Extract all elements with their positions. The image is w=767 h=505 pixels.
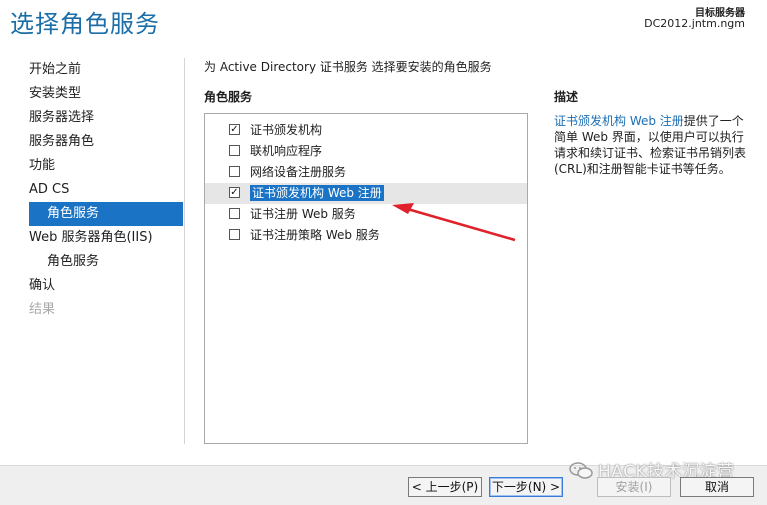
role-item-cert-enrollment-policy-web-service[interactable]: 证书注册策略 Web 服务 [205,225,527,246]
checkbox-network-device-enrollment[interactable] [229,166,240,177]
wechat-icon [569,462,593,479]
role-item-ca-web-enrollment[interactable]: ✓ 证书颁发机构 Web 注册 [205,183,527,204]
nav-item-before-you-begin[interactable]: 开始之前 [23,58,183,82]
nav-item-results: 结果 [29,302,56,317]
nav-item-role-services-adcs[interactable]: 角色服务 [29,202,183,226]
nav-item-installation-type[interactable]: 安装类型 [23,82,183,106]
previous-button[interactable]: < 上一步(P) [408,477,482,497]
install-button: 安装(I) [597,477,671,497]
nav-item-server-selection[interactable]: 服务器选择 [23,106,183,130]
nav-item-role-services-iis[interactable]: 角色服务 [23,250,183,274]
nav-item-features[interactable]: 功能 [23,154,183,178]
checkbox-certification-authority[interactable]: ✓ [229,124,240,135]
nav-item-confirmation[interactable]: 确认 [23,274,183,298]
intro-text: 为 Active Directory 证书服务 选择要安装的角色服务 [204,60,492,74]
wizard-nav: 开始之前 安装类型 服务器选择 服务器角色 功能 AD CS 角色服务 Web … [23,58,183,322]
destination-server-value: DC2012.jntm.ngm [644,17,745,30]
role-label: 联机响应程序 [250,144,323,158]
checkbox-online-responder[interactable] [229,145,240,156]
nav-item-web-server-role[interactable]: Web 服务器角色(IIS) [23,226,183,250]
checkbox-cert-enrollment-web-service[interactable] [229,208,240,219]
role-item-online-responder[interactable]: 联机响应程序 [205,141,527,162]
role-label-selected: 证书颁发机构 Web 注册 [250,185,384,201]
role-label: 证书注册策略 Web 服务 [250,228,380,242]
description-link[interactable]: 证书颁发机构 Web 注册 [554,114,684,128]
role-services-list[interactable]: ✓ 证书颁发机构 联机响应程序 网络设备注册服务 ✓ 证书颁发机构 Web 注册… [204,113,528,444]
page-title: 选择角色服务 [10,10,160,38]
nav-divider [184,58,185,444]
role-label: 网络设备注册服务 [250,165,347,179]
next-button[interactable]: 下一步(N) > [489,477,563,497]
role-services-heading: 角色服务 [204,90,253,104]
cancel-button[interactable]: 取消 [680,477,754,497]
nav-item-ad-cs[interactable]: AD CS [23,178,183,202]
nav-item-server-roles[interactable]: 服务器角色 [23,130,183,154]
role-item-network-device-enrollment[interactable]: 网络设备注册服务 [205,162,527,183]
role-item-cert-enrollment-web-service[interactable]: 证书注册 Web 服务 [205,204,527,225]
checkbox-cert-enrollment-policy-web-service[interactable] [229,229,240,240]
role-label: 证书注册 Web 服务 [250,207,356,221]
role-label: 证书颁发机构 [250,123,323,137]
checkbox-ca-web-enrollment[interactable]: ✓ [229,187,240,198]
description-heading: 描述 [554,90,579,104]
description-panel: 证书颁发机构 Web 注册提供了一个简单 Web 界面，以使用户可以执行请求和续… [554,113,754,177]
role-item-certification-authority[interactable]: ✓ 证书颁发机构 [205,120,527,141]
